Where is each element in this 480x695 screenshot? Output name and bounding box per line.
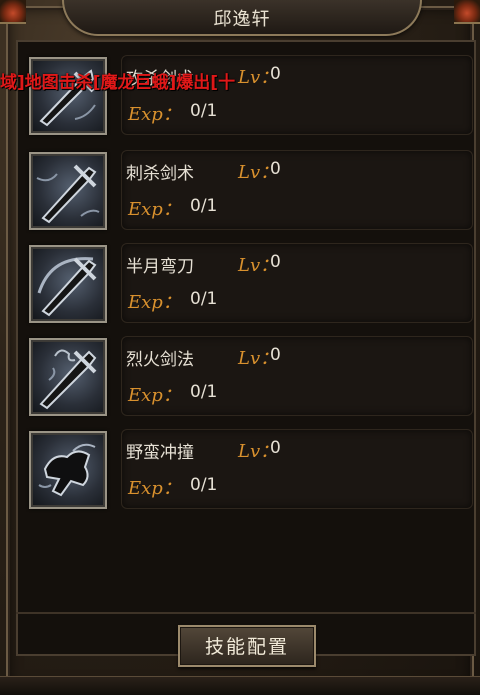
skill-row[interactable]: 攻杀剑术 Lv： 0 Exp： 0/1	[29, 55, 473, 135]
exp-value: 0/1	[190, 289, 218, 309]
sword-icon[interactable]	[29, 152, 107, 230]
skill-name: 刺杀剑术	[126, 164, 194, 184]
exp-label: Exp：	[128, 104, 181, 125]
exp-value: 0/1	[190, 382, 218, 402]
skill-name: 野蛮冲撞	[126, 443, 194, 463]
skill-name: 烈火剑法	[126, 350, 194, 370]
exp-label: Exp：	[128, 478, 181, 499]
exp-value: 0/1	[190, 101, 218, 121]
skill-row[interactable]: 烈火剑法 Lv： 0 Exp： 0/1	[29, 336, 473, 416]
level-value: 0	[270, 252, 281, 272]
skill-config-button[interactable]: 技能配置	[178, 625, 316, 667]
system-announcement-text: 域]地图击杀[魔龙巨蛾]爆出[十	[0, 73, 236, 93]
skill-info: 半月弯刀 Lv： 0 Exp： 0/1	[121, 243, 473, 323]
exp-value: 0/1	[190, 196, 218, 216]
crescent-sword-icon[interactable]	[29, 245, 107, 323]
corner-ornament-left	[0, 0, 26, 24]
skill-info: 野蛮冲撞 Lv： 0 Exp： 0/1	[121, 429, 473, 509]
exp-label: Exp：	[128, 292, 181, 313]
level-value: 0	[270, 345, 281, 365]
window-title: 邱逸轩	[213, 9, 271, 30]
skill-info: 烈火剑法 Lv： 0 Exp： 0/1	[121, 336, 473, 416]
charge-icon[interactable]	[29, 431, 107, 509]
corner-ornament-right	[454, 0, 480, 24]
skill-name: 半月弯刀	[126, 257, 194, 277]
level-value: 0	[270, 64, 281, 84]
level-value: 0	[270, 438, 281, 458]
level-value: 0	[270, 159, 281, 179]
skill-row[interactable]: 野蛮冲撞 Lv： 0 Exp： 0/1	[29, 429, 473, 509]
footer-divider	[16, 612, 476, 614]
skill-window: 邱逸轩 攻杀剑术 Lv： 0 Exp： 0/1 刺杀剑术 Lv： 0 Exp： …	[0, 0, 480, 695]
skill-row[interactable]: 刺杀剑术 Lv： 0 Exp： 0/1	[29, 150, 473, 230]
exp-label: Exp：	[128, 199, 181, 220]
exp-label: Exp：	[128, 385, 181, 406]
bottom-frame-strip	[0, 676, 480, 695]
title-tab: 邱逸轩	[62, 0, 422, 36]
skill-info: 刺杀剑术 Lv： 0 Exp： 0/1	[121, 150, 473, 230]
flame-sword-icon[interactable]	[29, 338, 107, 416]
skill-info: 攻杀剑术 Lv： 0 Exp： 0/1	[121, 55, 473, 135]
exp-value: 0/1	[190, 475, 218, 495]
skill-row[interactable]: 半月弯刀 Lv： 0 Exp： 0/1	[29, 243, 473, 323]
